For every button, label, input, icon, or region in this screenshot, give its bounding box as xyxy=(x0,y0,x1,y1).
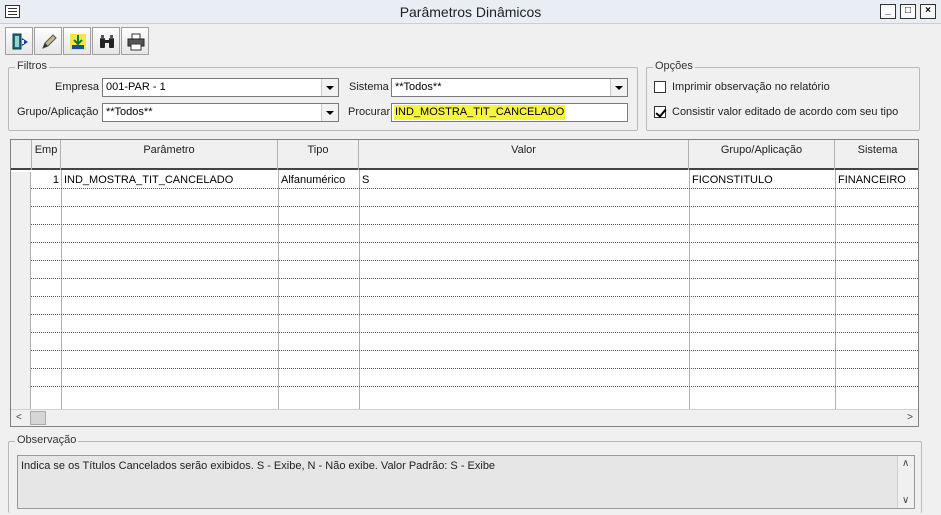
window-title: Parâmetros Dinâmicos xyxy=(399,4,542,20)
consistir-label: Consistir valor editado de acordo com se… xyxy=(672,106,899,118)
col-header-parametro[interactable]: Parâmetro xyxy=(61,140,278,170)
col-header-grupo[interactable]: Grupo/Aplicação xyxy=(689,140,835,170)
options-group: Opções xyxy=(646,60,920,131)
row-divider xyxy=(31,206,918,207)
row-divider xyxy=(31,368,918,369)
grid-header: Emp Parâmetro Tipo Valor Grupo/Aplicação… xyxy=(11,140,918,170)
parameters-grid[interactable]: Emp Parâmetro Tipo Valor Grupo/Aplicação… xyxy=(10,139,919,427)
minimize-button[interactable]: _ xyxy=(880,4,896,19)
chevron-down-icon[interactable] xyxy=(321,104,338,121)
save-button[interactable] xyxy=(63,27,91,55)
observacao-text: Indica se os Títulos Cancelados serão ex… xyxy=(21,460,496,472)
scroll-up-icon[interactable]: ∧ xyxy=(902,458,909,469)
edit-button[interactable] xyxy=(34,27,62,55)
row-divider xyxy=(31,314,918,315)
scroll-right-icon[interactable]: > xyxy=(907,412,913,423)
toolbar xyxy=(5,27,155,57)
empresa-label: Empresa xyxy=(55,81,100,93)
col-header-sistema[interactable]: Sistema xyxy=(835,140,918,170)
grupo-label: Grupo/Aplicação xyxy=(17,106,99,118)
grupo-select[interactable]: **Todos** xyxy=(102,103,339,122)
scroll-left-icon[interactable]: < xyxy=(16,412,22,423)
exit-button[interactable] xyxy=(5,27,33,55)
cell-parametro[interactable]: IND_MOSTRA_TIT_CANCELADO xyxy=(62,171,278,189)
chevron-down-icon[interactable] xyxy=(321,79,338,96)
consistir-checkbox[interactable] xyxy=(654,106,666,118)
row-divider xyxy=(31,224,918,225)
close-button[interactable]: × xyxy=(920,4,936,19)
observacao-legend: Observação xyxy=(15,434,79,446)
printer-icon xyxy=(127,33,145,51)
imprimir-label: Imprimir observação no relatório xyxy=(672,81,830,93)
vertical-scrollbar[interactable]: ∧ ∨ xyxy=(897,456,914,508)
cell-grupo[interactable]: FICONSTITULO xyxy=(690,171,835,189)
title-bar: Parâmetros Dinâmicos _ □ × xyxy=(0,0,941,24)
exit-door-icon xyxy=(12,33,28,50)
horizontal-scrollbar[interactable]: < > xyxy=(11,409,918,426)
binoculars-icon xyxy=(100,35,114,48)
filters-legend: Filtros xyxy=(15,60,49,72)
grupo-value: **Todos** xyxy=(106,106,153,118)
empresa-select[interactable]: 001-PAR - 1 xyxy=(102,78,339,97)
empresa-value: 001-PAR - 1 xyxy=(106,81,166,93)
row-divider xyxy=(31,278,918,279)
row-divider xyxy=(31,260,918,261)
row-divider xyxy=(31,296,918,297)
col-header-emp[interactable]: Emp xyxy=(32,140,61,170)
download-icon xyxy=(70,34,86,50)
row-divider xyxy=(31,242,918,243)
sistema-label: Sistema xyxy=(349,81,389,93)
pencil-icon xyxy=(42,34,57,49)
maximize-button[interactable]: □ xyxy=(900,4,916,19)
sistema-select[interactable]: **Todos** xyxy=(391,78,628,97)
col-header-tipo[interactable]: Tipo xyxy=(278,140,359,170)
procurar-value: IND_MOSTRA_TIT_CANCELADO xyxy=(394,105,566,120)
chevron-down-icon[interactable] xyxy=(610,79,627,96)
cell-emp[interactable]: 1 xyxy=(32,171,61,189)
cell-valor[interactable]: S xyxy=(360,171,689,189)
cell-tipo[interactable]: Alfanumérico xyxy=(279,171,359,189)
row-divider xyxy=(31,332,918,333)
options-legend: Opções xyxy=(653,60,695,72)
sistema-value: **Todos** xyxy=(395,81,442,93)
scroll-thumb[interactable] xyxy=(30,411,46,425)
cell-sistema[interactable]: FINANCEIRO xyxy=(836,171,918,189)
grid-corner xyxy=(11,140,32,170)
procurar-label: Procurar xyxy=(348,106,391,118)
row-selector-column[interactable] xyxy=(11,172,31,411)
scroll-down-icon[interactable]: ∨ xyxy=(902,495,909,506)
row-divider xyxy=(31,386,918,387)
observacao-textarea[interactable]: Indica se os Títulos Cancelados serão ex… xyxy=(17,455,915,509)
search-button[interactable] xyxy=(92,27,120,55)
procurar-input[interactable]: IND_MOSTRA_TIT_CANCELADO xyxy=(391,103,628,122)
col-header-valor[interactable]: Valor xyxy=(359,140,689,170)
imprimir-checkbox[interactable] xyxy=(654,81,666,93)
row-divider xyxy=(31,350,918,351)
print-button[interactable] xyxy=(121,27,149,55)
